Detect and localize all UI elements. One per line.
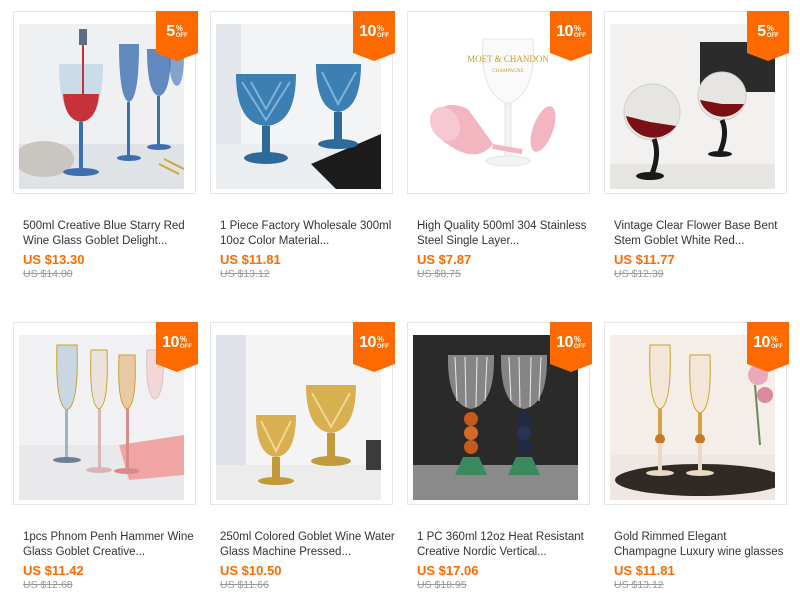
discount-value: 5 (757, 23, 766, 40)
product-price: US $11.42 (23, 563, 84, 578)
product-card[interactable]: 10 % OFF 250ml Colored Goblet Wine Water … (207, 322, 397, 594)
product-original-price: US $8.75 (417, 268, 461, 280)
discount-value: 10 (359, 334, 376, 351)
discount-badge: 5 % OFF (156, 11, 198, 61)
product-card[interactable]: 10 % OFF 1 PC 360ml 12oz Heat Resistant C… (404, 322, 594, 594)
discount-percent: % (770, 335, 779, 344)
product-card[interactable]: 10 % OFF 1pcs Phnom Penh Hammer Wine Glas… (10, 322, 200, 594)
product-title[interactable]: High Quality 500ml 304 Stainless Steel S… (417, 219, 595, 249)
discount-value: 10 (556, 23, 573, 40)
discount-off-label: OFF (573, 344, 586, 350)
product-card[interactable]: 5 % OFF 500ml Creative Blue Starry Red Wi… (10, 11, 200, 291)
discount-percent: % (766, 24, 774, 33)
product-price: US $11.81 (614, 563, 675, 578)
product-card[interactable]: 5 % OFF Vintage Clear Flower Base Bent St… (601, 11, 791, 291)
product-original-price: US $11.66 (220, 579, 269, 591)
moet-label-text: MOET & CHANDON (467, 54, 549, 64)
discount-off-label: OFF (766, 33, 779, 39)
product-title[interactable]: Gold Rimmed Elegant Champagne Luxury win… (614, 530, 792, 560)
product-price: US $11.77 (614, 252, 675, 267)
discount-percent: % (175, 24, 183, 33)
discount-off-label: OFF (573, 33, 586, 39)
discount-value: 10 (359, 23, 376, 40)
discount-percent: % (376, 335, 385, 344)
discount-badge: 10 % OFF (550, 322, 592, 372)
discount-off-label: OFF (376, 344, 389, 350)
discount-badge: 5 % OFF (747, 11, 789, 61)
discount-value: 10 (753, 334, 770, 351)
product-original-price: US $12.39 (614, 268, 664, 280)
product-price: US $7.87 (417, 252, 472, 267)
discount-off-label: OFF (175, 33, 188, 39)
discount-off-label: OFF (770, 344, 783, 350)
discount-percent: % (573, 24, 582, 33)
product-original-price: US $13.12 (614, 579, 664, 591)
discount-value: 10 (162, 334, 179, 351)
discount-badge: 10 % OFF (550, 11, 592, 61)
product-original-price: US $12.68 (23, 579, 73, 591)
discount-off-label: OFF (179, 344, 192, 350)
discount-badge: 10 % OFF (353, 322, 395, 372)
product-original-price: US $18.95 (417, 579, 467, 591)
product-card[interactable]: MOET & CHANDON CHAMPAGNE 10 % OFF High Qu… (404, 11, 594, 291)
product-original-price: US $13.12 (220, 268, 270, 280)
product-price: US $10.50 (220, 563, 282, 578)
product-title[interactable]: 500ml Creative Blue Starry Red Wine Glas… (23, 219, 201, 249)
product-original-price: US $14.00 (23, 268, 73, 280)
discount-badge: 10 % OFF (747, 322, 789, 372)
product-card[interactable]: 10 % OFF 1 Piece Factory Wholesale 300ml … (207, 11, 397, 291)
moet-sub-text: CHAMPAGNE (492, 69, 523, 74)
product-price: US $13.30 (23, 252, 85, 267)
discount-percent: % (376, 24, 385, 33)
product-card[interactable]: 10 % OFF Gold Rimmed Elegant Champagne Lu… (601, 322, 791, 594)
discount-badge: 10 % OFF (353, 11, 395, 61)
product-price: US $17.06 (417, 563, 479, 578)
discount-percent: % (179, 335, 188, 344)
product-title[interactable]: Vintage Clear Flower Base Bent Stem Gobl… (614, 219, 792, 249)
discount-value: 10 (556, 334, 573, 351)
product-title[interactable]: 1 Piece Factory Wholesale 300ml 10oz Col… (220, 219, 398, 249)
product-grid: 5 % OFF 500ml Creative Blue Starry Red Wi… (0, 0, 800, 594)
product-title[interactable]: 1 PC 360ml 12oz Heat Resistant Creative … (417, 530, 595, 560)
discount-badge: 10 % OFF (156, 322, 198, 372)
product-price: US $11.81 (220, 252, 281, 267)
product-title[interactable]: 1pcs Phnom Penh Hammer Wine Glass Goblet… (23, 530, 201, 560)
discount-off-label: OFF (376, 33, 389, 39)
product-title[interactable]: 250ml Colored Goblet Wine Water Glass Ma… (220, 530, 398, 560)
discount-value: 5 (166, 23, 175, 40)
discount-percent: % (573, 335, 582, 344)
